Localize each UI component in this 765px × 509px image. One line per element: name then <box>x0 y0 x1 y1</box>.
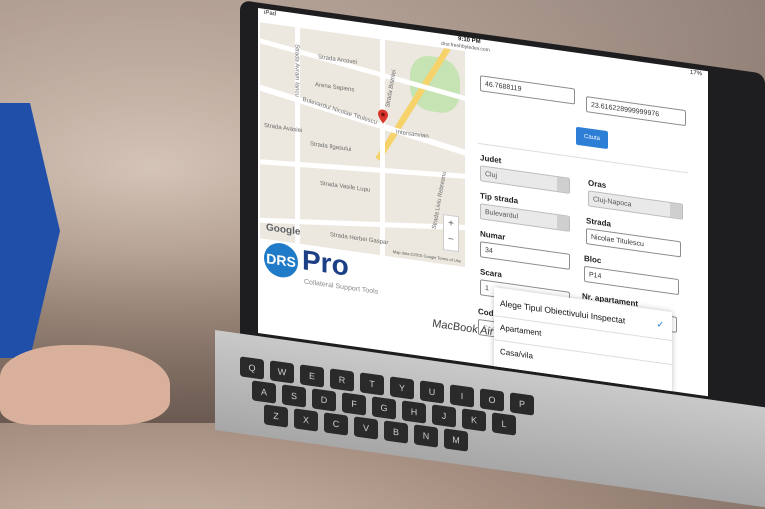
keyboard-key[interactable]: Z <box>264 404 288 428</box>
street-label: Strada Ilgasului <box>310 141 352 154</box>
search-button[interactable]: Cauta <box>576 126 608 150</box>
street-label: Strada Vasile Lupu <box>320 180 371 194</box>
keyboard-key[interactable]: U <box>420 380 444 404</box>
chevron-down-icon <box>670 202 682 219</box>
bloc-field[interactable]: P14 <box>584 265 679 296</box>
keyboard-key[interactable]: L <box>492 412 516 436</box>
keyboard-key[interactable]: H <box>402 400 426 424</box>
numar-label: Numar <box>480 229 506 242</box>
map-pin-icon[interactable] <box>378 109 388 124</box>
keyboard-key[interactable]: E <box>300 364 324 388</box>
street-label: Strada Avram Iancu <box>293 43 300 98</box>
zoom-in-button[interactable]: + <box>444 215 458 233</box>
hand <box>0 345 170 425</box>
keyboard-key[interactable]: O <box>480 388 504 412</box>
zoom-control[interactable]: + − <box>443 214 459 253</box>
judet-value: Cluj <box>485 170 498 180</box>
longitude-field[interactable]: 23.616228999999976 <box>586 96 686 127</box>
keyboard: QWERTYUIOP ASDFGHJKL ZXCVBNM <box>150 340 760 452</box>
zoom-out-button[interactable]: − <box>444 231 458 249</box>
blue-arrow-shape <box>0 103 60 358</box>
keyboard-key[interactable]: F <box>342 392 366 416</box>
keyboard-key[interactable]: R <box>330 368 354 392</box>
laptop-screen: iPad 9:10 PM drsr.freshbytedev.com 17% S… <box>258 8 708 397</box>
strada-field[interactable]: Nicolae Titulescu <box>586 228 681 258</box>
keyboard-key[interactable]: M <box>444 428 468 452</box>
map-road <box>260 158 465 180</box>
strada-label: Strada <box>586 216 611 229</box>
keyboard-key[interactable]: K <box>462 408 486 432</box>
keyboard-key[interactable]: B <box>384 420 408 444</box>
scara-label: Scara <box>480 267 502 280</box>
keyboard-key[interactable]: D <box>312 388 336 412</box>
picker-title-option[interactable]: Alege Tipul Obiectivului Inspectat <box>500 298 625 326</box>
drs-logo: DRS <box>264 240 298 280</box>
keyboard-key[interactable]: W <box>270 360 294 384</box>
keyboard-key[interactable]: A <box>252 380 276 404</box>
device-label: iPad <box>264 9 277 18</box>
keyboard-key[interactable]: Q <box>240 356 264 380</box>
latitude-field[interactable]: 46.7688119 <box>480 75 575 105</box>
keyboard-key[interactable]: Y <box>390 376 414 400</box>
checkmark-icon: ✓ <box>656 318 664 331</box>
keyboard-key[interactable]: X <box>294 408 318 432</box>
bloc-label: Bloc <box>584 253 602 266</box>
oras-value: Cluj-Napoca <box>593 196 632 209</box>
keyboard-key[interactable]: I <box>450 384 474 408</box>
keyboard-key[interactable]: T <box>360 372 384 396</box>
chevron-down-icon <box>557 177 569 193</box>
oras-select[interactable]: Cluj-Napoca <box>588 190 683 220</box>
map-road <box>380 39 385 260</box>
keyboard-key[interactable]: N <box>414 424 438 448</box>
brand-name: Pro <box>302 244 349 282</box>
numar-field[interactable]: 34 <box>480 241 570 270</box>
keyboard-key[interactable]: P <box>510 392 534 416</box>
judet-select[interactable]: Cluj <box>480 165 570 194</box>
tip-strada-select[interactable]: Bulevardul <box>480 203 570 232</box>
map-view[interactable]: Strada Arcovei Strada Avram Iancu Arena … <box>260 22 465 268</box>
keyboard-key[interactable]: G <box>372 396 396 420</box>
street-label: Bulevardul Nicolae Titulescu <box>302 96 378 127</box>
keyboard-key[interactable]: V <box>354 416 378 440</box>
street-label: Arena Sapiens <box>315 82 355 94</box>
picker-option-apartament[interactable]: Apartament <box>500 323 541 338</box>
keyboard-key[interactable]: C <box>324 412 348 436</box>
chevron-down-icon <box>557 215 569 231</box>
keyboard-key[interactable]: S <box>282 384 306 408</box>
battery-indicator: 17% <box>689 69 702 78</box>
oras-label: Oras <box>588 178 607 190</box>
keyboard-key[interactable]: J <box>432 404 456 428</box>
judet-label: Judet <box>480 153 502 166</box>
tip-strada-value: Bulevardul <box>485 208 519 221</box>
